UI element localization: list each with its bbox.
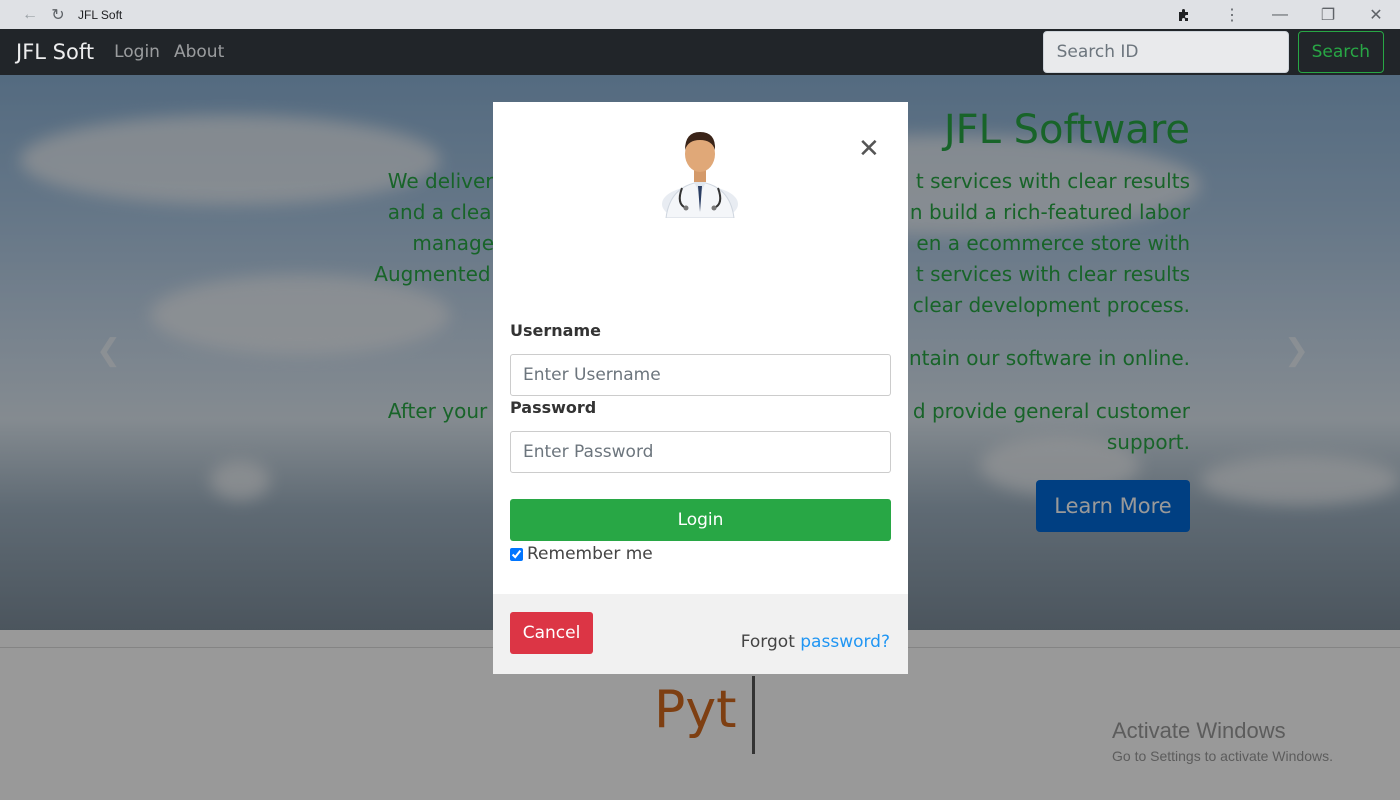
password-input[interactable] bbox=[510, 431, 891, 473]
forgot-prefix: Forgot bbox=[740, 632, 795, 652]
close-icon[interactable]: ✕ bbox=[858, 134, 880, 164]
search-form: Search bbox=[1042, 31, 1384, 73]
navbar: JFL Soft Login About Search bbox=[0, 29, 1400, 75]
search-button[interactable]: Search bbox=[1297, 31, 1384, 73]
forgot-password-link[interactable]: password? bbox=[800, 632, 890, 652]
puzzle-icon[interactable] bbox=[1160, 0, 1208, 29]
restore-icon[interactable]: ❐ bbox=[1304, 0, 1352, 29]
search-input[interactable] bbox=[1042, 31, 1289, 73]
remember-me-checkbox[interactable] bbox=[510, 547, 523, 561]
navbar-brand[interactable]: JFL Soft bbox=[16, 40, 94, 64]
login-button[interactable]: Login bbox=[510, 499, 891, 541]
cancel-button[interactable]: Cancel bbox=[510, 612, 593, 654]
username-input[interactable] bbox=[510, 354, 891, 396]
browser-titlebar: ← ↻ JFL Soft ⋮ — ❐ ✕ bbox=[0, 0, 1400, 29]
tab-title: JFL Soft bbox=[78, 7, 123, 22]
nav-link-login[interactable]: Login bbox=[114, 42, 160, 62]
remember-me-label: Remember me bbox=[527, 544, 653, 564]
doctor-avatar-icon bbox=[662, 132, 738, 218]
kebab-menu-icon[interactable]: ⋮ bbox=[1208, 0, 1256, 29]
forgot-password: Forgot password? bbox=[741, 632, 890, 652]
username-label: Username bbox=[510, 321, 601, 340]
back-arrow-icon[interactable]: ← bbox=[16, 0, 44, 29]
minimize-icon[interactable]: — bbox=[1256, 0, 1304, 29]
close-window-icon[interactable]: ✕ bbox=[1352, 0, 1400, 29]
nav-link-about[interactable]: About bbox=[174, 42, 224, 62]
password-label: Password bbox=[510, 398, 597, 417]
reload-icon[interactable]: ↻ bbox=[44, 0, 72, 29]
remember-me[interactable]: Remember me bbox=[510, 544, 653, 564]
